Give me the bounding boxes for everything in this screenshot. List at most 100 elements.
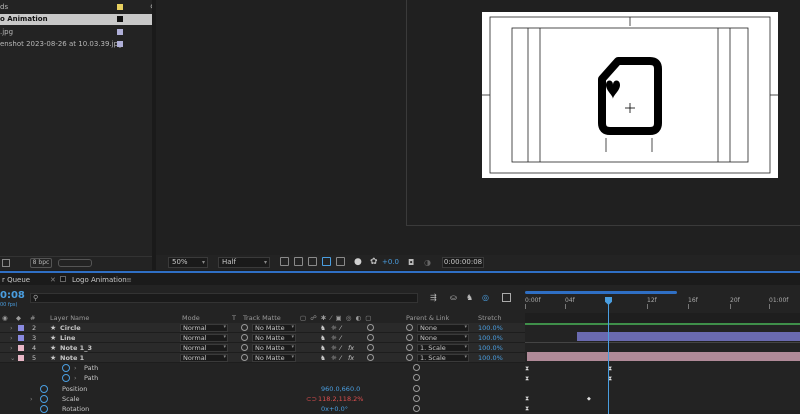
shy-switch-icon[interactable]: ♞ [320, 353, 326, 363]
fx-icon[interactable]: fx [348, 353, 354, 363]
snapshot-icon[interactable]: ◘ [408, 258, 414, 267]
layer-label-color[interactable] [18, 345, 24, 351]
blend-mode-dropdown[interactable]: Normal ▾ [180, 334, 228, 342]
chevron-right-icon[interactable]: › [10, 343, 13, 353]
keyframe-marker[interactable]: ⧗ [525, 406, 530, 412]
track-matte-dropdown[interactable]: No Matte ▾ [252, 324, 296, 332]
collapse-switch-icon[interactable]: ☼ [331, 333, 337, 343]
layer-name[interactable]: Circle [60, 323, 81, 333]
property-row[interactable]: Rotation 0x+0.0° [0, 404, 525, 414]
adjustment-switch-icon[interactable] [367, 354, 374, 361]
project-item-jpg[interactable]: .jpg [0, 27, 152, 38]
parent-dropdown[interactable]: 1. Scale ▾ [417, 344, 469, 352]
quality-switch-icon[interactable]: ⁄ [340, 323, 341, 333]
collapse-switch-icon[interactable]: ☼ [331, 353, 337, 363]
chevron-right-icon[interactable]: › [10, 333, 13, 343]
layer-search-input[interactable]: ⚲ [30, 293, 418, 303]
composition-viewer[interactable] [156, 0, 800, 255]
comp-flowchart-icon[interactable]: ⇶ [430, 293, 437, 302]
layer-row[interactable]: › 2 ★ Circle Normal ▾ No Matte ▾ ♞ ☼ ⁄ None ▾ 100.0% [0, 323, 525, 333]
zoom-dropdown[interactable]: 50% ▾ [168, 257, 208, 268]
close-icon[interactable]: ✕ [50, 275, 56, 285]
show-snapshot-icon[interactable]: ◑ [424, 258, 431, 267]
interpret-footage-icon[interactable] [2, 259, 10, 267]
layer-label-color[interactable] [18, 335, 24, 341]
mode-header[interactable]: Mode [182, 313, 200, 323]
adjustment-switch-icon[interactable] [367, 344, 374, 351]
current-time-field[interactable]: 0:00:00:08 [442, 257, 484, 268]
time-ruler[interactable]: 0:00f 04f 12f 16f 20f 01:00f [525, 296, 800, 310]
quality-switch-icon[interactable]: ⁄ [340, 353, 341, 363]
parent-pickwhip-icon[interactable] [406, 334, 413, 341]
timeline-panel[interactable]: 0:08 00 fps) ⚲ ⇶ ⛀ ♞ ◎ ◉ ◆ # Layer Name … [0, 285, 800, 414]
stopwatch-icon[interactable] [40, 395, 48, 403]
guides-icon[interactable] [322, 257, 331, 266]
chevron-right-icon[interactable]: › [74, 373, 77, 383]
shy-switch-icon[interactable]: ♞ [320, 333, 326, 343]
project-item-screenshot[interactable]: enshot 2023-08-26 at 10.03.39.jpg [0, 39, 152, 50]
eye-icon[interactable]: ◉ [2, 313, 8, 323]
label-tag-icon[interactable]: ◆ [16, 313, 21, 323]
property-value[interactable]: 118.2,118.2% [318, 394, 363, 404]
layer-row[interactable]: › 4 ★ Note 1_3 Normal ▾ No Matte ▾ ♞ ☼ ⁄ fx 1. Scale… [0, 343, 525, 353]
work-area-bar[interactable] [525, 291, 677, 294]
current-time-indicator[interactable] [608, 297, 609, 414]
blend-mode-dropdown[interactable]: Normal ▾ [180, 354, 228, 362]
shy-switch-icon[interactable]: ♞ [320, 323, 326, 333]
expression-pickwhip-icon[interactable] [413, 405, 420, 412]
adjustment-switch-icon[interactable] [367, 334, 374, 341]
layer-bar-note-1-3[interactable] [525, 342, 800, 343]
parent-pickwhip-icon[interactable] [406, 324, 413, 331]
quality-switch-icon[interactable]: ⁄ [340, 333, 341, 343]
blend-mode-dropdown[interactable]: Normal ▾ [180, 344, 228, 352]
pickwhip-icon[interactable] [241, 344, 248, 351]
pickwhip-icon[interactable] [241, 334, 248, 341]
keyframe-marker[interactable]: ⧗ [525, 366, 530, 372]
exposure-value[interactable]: +0.0 [382, 258, 399, 266]
region-of-interest-icon[interactable] [280, 257, 289, 266]
stopwatch-icon[interactable] [62, 364, 70, 372]
parent-dropdown[interactable]: None ▾ [417, 324, 469, 332]
comp-canvas[interactable] [482, 12, 778, 178]
tab-logo-animation[interactable]: Logo Animation [72, 275, 127, 285]
property-row[interactable]: Position 960.0,660.0 [0, 384, 525, 394]
current-time-display[interactable]: 0:08 [0, 290, 25, 301]
t-header[interactable]: T [232, 313, 236, 323]
collapse-switch-icon[interactable]: ☼ [331, 343, 337, 353]
layer-label-color[interactable] [18, 355, 24, 361]
chevron-right-icon[interactable]: › [74, 363, 77, 373]
exposure-reset-icon[interactable]: ✿ [370, 257, 378, 267]
color-channels-icon[interactable]: ● [354, 257, 362, 267]
layer-name[interactable]: Note 1_3 [60, 343, 92, 353]
stretch-value[interactable]: 100.0% [478, 353, 503, 363]
layer-name[interactable]: Note 1 [60, 353, 84, 363]
layer-name-header[interactable]: Layer Name [50, 313, 89, 323]
constrain-proportions-icon[interactable]: ⊂⊃ [306, 394, 317, 404]
graph-editor-icon[interactable] [502, 293, 511, 302]
layer-bar-note-1[interactable] [527, 352, 800, 361]
pickwhip-icon[interactable] [241, 324, 248, 331]
expression-pickwhip-icon[interactable] [413, 374, 420, 381]
property-row[interactable]: › Path [0, 373, 525, 383]
layer-name[interactable]: Line [60, 333, 75, 343]
property-row[interactable]: › Scale ⊂⊃ 118.2,118.2% [0, 394, 525, 404]
fx-icon[interactable]: fx [348, 343, 354, 353]
motion-blur-icon[interactable]: ◎ [482, 293, 489, 302]
parent-pickwhip-icon[interactable] [406, 354, 413, 361]
adjustment-switch-icon[interactable] [367, 324, 374, 331]
project-item-logo-animation[interactable]: o Animation [0, 14, 152, 25]
grid-icon[interactable] [336, 257, 345, 266]
expression-pickwhip-icon[interactable] [413, 364, 420, 371]
track-matte-dropdown[interactable]: No Matte ▾ [252, 344, 296, 352]
transparency-grid-icon[interactable] [294, 257, 303, 266]
quality-switch-icon[interactable]: ⁄ [340, 343, 341, 353]
shy-switch-icon[interactable]: ♞ [320, 343, 326, 353]
mask-visibility-icon[interactable] [308, 257, 317, 266]
resolution-dropdown[interactable]: Half ▾ [218, 257, 270, 268]
property-value[interactable]: 960.0,660.0 [321, 384, 360, 394]
chevron-right-icon[interactable]: › [10, 323, 13, 333]
bpc-button[interactable]: 8 bpc [30, 258, 52, 268]
stretch-value[interactable]: 100.0% [478, 333, 503, 343]
draft-3d-icon[interactable]: ⛀ [450, 293, 457, 302]
expression-pickwhip-icon[interactable] [413, 385, 420, 392]
